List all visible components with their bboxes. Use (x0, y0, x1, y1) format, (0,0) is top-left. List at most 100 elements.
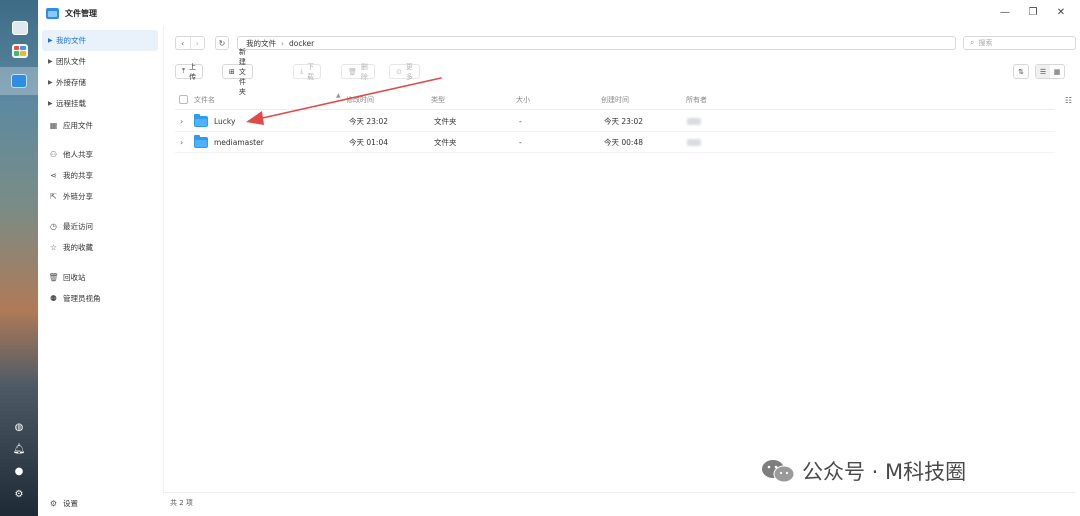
file-name[interactable]: mediamaster (214, 138, 264, 147)
folder-icon (194, 135, 208, 148)
breadcrumb[interactable]: 我的文件 › docker (237, 36, 956, 50)
desktop-app-icon[interactable] (10, 18, 29, 37)
refresh-button[interactable]: ↻ (215, 36, 229, 50)
file-manager-window: 文件管理 — ❐ ✕ ▶ 我的文件 ▶ 团队文件 ▶ 外接存储 ▶ 远程挂载 ▦… (38, 0, 1080, 516)
sidebar-item-shared-with-me[interactable]: ⚇ 他人共享 (42, 144, 158, 165)
table-row[interactable]: › Lucky 今天 23:02 文件夹 - 今天 23:02 (175, 111, 1055, 132)
upload-button[interactable]: ⤒ 上传 (175, 62, 204, 81)
sidebar-item-label: 应用文件 (63, 121, 93, 130)
sidebar-item-admin-view[interactable]: ⚉ 管理员视角 (42, 288, 158, 309)
sidebar-item-recycle-bin[interactable]: 🗑︎ 回收站 (42, 267, 158, 288)
upload-label: 上传 (189, 62, 197, 81)
list-view-icon[interactable]: ☰ (1036, 65, 1050, 78)
sidebar-item-link-shares[interactable]: ⇱ 外链分享 (42, 186, 158, 207)
created-cell: 今天 23:02 (604, 117, 643, 126)
column-header-size[interactable]: 大小 (516, 89, 530, 110)
minimize-icon[interactable]: — (998, 5, 1012, 19)
clock-icon: ◷ (50, 222, 57, 231)
sidebar-item-team-files[interactable]: ▶ 团队文件 (42, 51, 158, 72)
file-name-cell: mediamaster (194, 132, 264, 153)
download-button[interactable]: ⤓ 下载 (293, 62, 322, 81)
upload-icon: ⤒ (182, 67, 186, 75)
column-header-modified[interactable]: 修改时间 (346, 89, 374, 110)
sort-asc-icon: ▲ (336, 92, 341, 99)
delete-button[interactable]: 🗑︎ 删除 (341, 62, 375, 81)
user-icon: ⚇ (49, 150, 58, 159)
sidebar-item-external-storage[interactable]: ▶ 外接存储 (42, 72, 158, 93)
settings-label: 设置 (63, 499, 78, 508)
folder-icon (194, 114, 208, 127)
restore-icon[interactable]: ❐ (1026, 5, 1040, 19)
more-label: 更多 (405, 62, 413, 81)
sidebar-item-recent[interactable]: ◷ 最近访问 (42, 216, 158, 237)
breadcrumb-root[interactable]: 我的文件 (246, 38, 276, 49)
status-bar: 共 2 项 (163, 492, 1076, 512)
external-link-icon: ⇱ (50, 192, 57, 201)
trash-icon: 🗑︎ (348, 67, 357, 76)
breadcrumb-separator: › (281, 38, 284, 48)
app-center-icon[interactable] (10, 41, 29, 60)
size-cell: - (519, 138, 522, 147)
back-button[interactable]: ‹ (176, 37, 190, 49)
owner-avatar (687, 118, 701, 125)
sidebar-item-label: 外接存储 (56, 78, 86, 87)
file-manager-icon (46, 7, 59, 19)
column-header-name[interactable]: 文件名 (194, 89, 215, 110)
view-mode-toggle: ☰ ▦ (1035, 64, 1065, 79)
address-row: ‹ › ↻ 我的文件 › docker ⌕ 搜索 (175, 36, 1076, 50)
sidebar-item-my-files[interactable]: ▶ 我的文件 (42, 30, 158, 51)
chevron-right-icon[interactable]: › (180, 132, 183, 153)
new-folder-button[interactable]: ⊞ 新建文件夹 (222, 48, 253, 96)
close-icon[interactable]: ✕ (1054, 5, 1068, 19)
column-header-created[interactable]: 创建时间 (601, 89, 629, 110)
gear-icon: ⚙ (49, 499, 58, 508)
sidebar-item-label: 团队文件 (56, 57, 86, 66)
wechat-logo-icon (762, 460, 795, 483)
main-content: ‹ › ↻ 我的文件 › docker ⌕ 搜索 ⤒ 上传 ⊞ 新建文件夹 ⤓ … (163, 26, 1076, 492)
column-settings-icon[interactable]: ☷ (1065, 96, 1072, 105)
settings-button[interactable]: ⚙ 设置 (42, 493, 158, 514)
chevron-right-icon[interactable]: ▶ (48, 100, 56, 107)
sidebar-item-label: 我的收藏 (63, 243, 93, 252)
forward-button[interactable]: › (189, 37, 205, 49)
bell-icon[interactable]: 🔔︎ (12, 442, 26, 456)
chevron-right-icon[interactable]: ▶ (48, 79, 56, 86)
search-input[interactable]: ⌕ 搜索 (963, 36, 1076, 50)
file-name-cell: Lucky (194, 111, 235, 132)
chevron-right-icon[interactable]: ▶ (48, 37, 56, 44)
sidebar-item-label: 管理员视角 (63, 294, 101, 303)
file-name[interactable]: Lucky (214, 117, 235, 126)
modified-cell: 今天 23:02 (349, 117, 388, 126)
column-header-owner[interactable]: 所有者 (686, 89, 707, 110)
sidebar-item-my-shares[interactable]: ⋖ 我的共享 (42, 165, 158, 186)
sidebar-item-remote-mount[interactable]: ▶ 远程挂载 (42, 93, 158, 114)
sidebar-item-label: 最近访问 (63, 222, 93, 231)
delete-label: 删除 (360, 62, 368, 81)
chevron-right-icon[interactable]: › (180, 111, 183, 132)
trash-icon: 🗑︎ (48, 273, 59, 282)
new-folder-icon: ⊞ (229, 67, 235, 76)
more-button[interactable]: ⊙ 更多 (389, 62, 420, 81)
breadcrumb-current[interactable]: docker (289, 39, 314, 48)
table-row[interactable]: › mediamaster 今天 01:04 文件夹 - 今天 00:48 (175, 132, 1055, 153)
share-icon: ⋖ (50, 171, 57, 180)
sidebar-item-favorites[interactable]: ☆ 我的收藏 (42, 237, 158, 258)
gear-icon[interactable]: ⚙ (12, 487, 26, 501)
select-all-checkbox[interactable] (179, 95, 188, 104)
chevron-right-icon[interactable]: ▶ (48, 58, 56, 65)
column-header-type[interactable]: 类型 (431, 89, 445, 110)
sort-button[interactable]: ⇅ (1013, 64, 1029, 79)
sidebar-item-label: 回收站 (63, 273, 86, 282)
network-icon[interactable]: ◍ (12, 420, 26, 434)
grid-view-icon[interactable]: ▦ (1050, 65, 1064, 78)
download-label: 下载 (307, 62, 315, 81)
apps-icon: ▦ (49, 121, 58, 130)
sidebar-item-label: 外链分享 (63, 192, 93, 201)
watermark-text: 公众号 · M科技圈 (802, 460, 967, 484)
file-manager-app-icon[interactable] (0, 67, 38, 95)
user-icon[interactable]: ● (12, 464, 26, 478)
window-title: 文件管理 (65, 8, 97, 18)
history-nav: ‹ › (175, 36, 205, 50)
sidebar-item-app-files[interactable]: ▦ 应用文件 (42, 115, 158, 136)
search-placeholder: 搜索 (978, 39, 993, 47)
